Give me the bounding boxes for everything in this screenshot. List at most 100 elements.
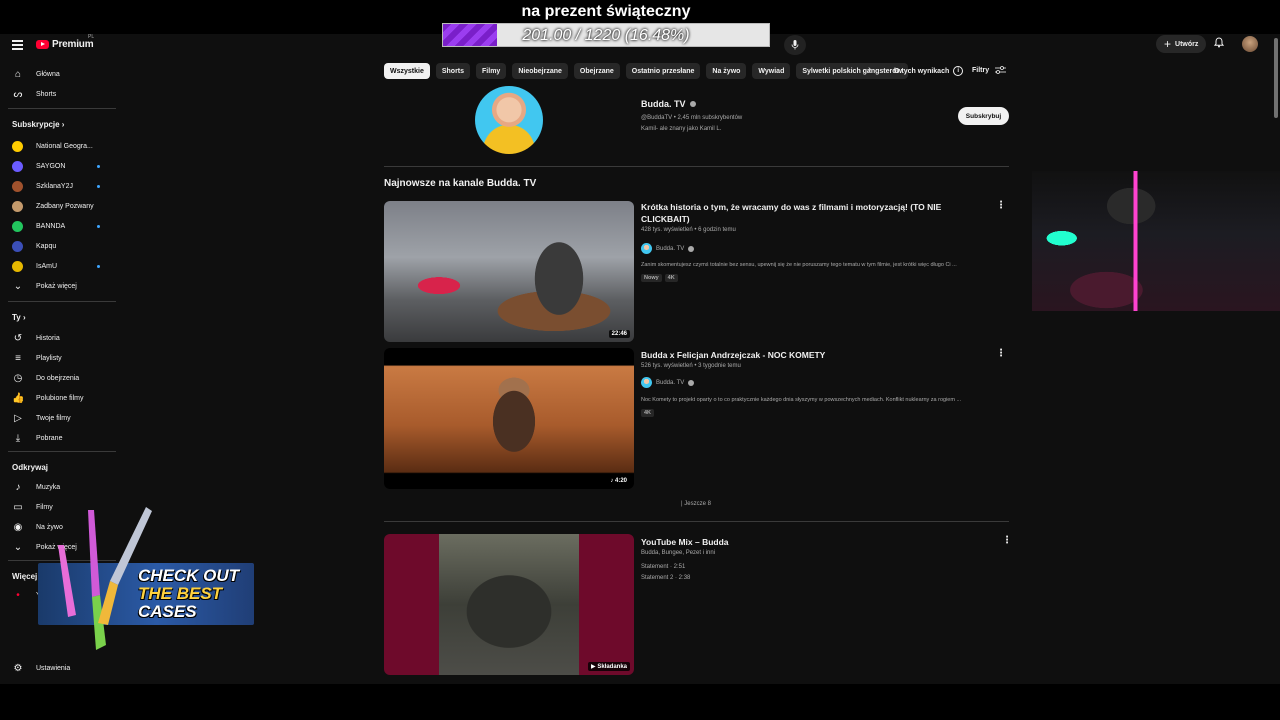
mix-item[interactable]: Statement · 2:51 [641,564,685,570]
sidebar-item-subscription[interactable]: Zadbany Pozwany [0,197,116,215]
about-results[interactable]: O tych wynikach i [894,66,964,76]
youtube-studio-icon: • [16,589,20,601]
sidebar-item-watch-later[interactable]: ◷ Do obejrzenia [0,369,116,387]
mic-icon[interactable] [784,35,806,55]
sidebar-item-label: Zadbany Pozwany [36,202,94,210]
video-title[interactable]: Krótka historia o tym, że wracamy do was… [641,201,981,225]
sidebar-item-music[interactable]: ♪ Muzyka [0,478,116,496]
bell-icon[interactable] [1213,37,1225,51]
filter-chip[interactable]: Wywiad [752,63,791,79]
verified-icon [688,245,695,252]
sidebar-explore-heading: Odkrywaj [12,463,48,472]
sidebar-item-shorts[interactable]: ᔕ Shorts [0,85,116,103]
sidebar-item-label: Muzyka [36,483,61,491]
your-videos-icon: ▷ [14,412,22,424]
mix-title[interactable]: YouTube Mix – Budda [641,536,981,548]
history-icon: ↺ [13,332,23,344]
channel-mini-avatar [641,377,652,388]
chevron-right-icon: › [59,120,65,129]
filter-chip[interactable]: Sylwetki polskich gangsterów [796,63,908,79]
filter-chip[interactable]: Obejrzane [573,63,620,79]
sidebar-divider [8,108,116,109]
sidebar-item-label: Kapqu [36,242,57,250]
filters-button[interactable]: Filtry [972,66,1007,74]
sidebar-subscriptions-heading[interactable]: Subskrypcje › [12,120,64,129]
video-thumbnail[interactable]: ♪ 4:20 [384,348,634,489]
filter-chip[interactable]: Ostatnio przesłane [625,63,701,79]
sidebar-item-subscription[interactable]: National Geogra... [0,137,116,155]
video-meta: 428 tys. wyświetleń • 6 godzin temu [641,227,736,233]
donation-goal-title: na prezent świąteczny [521,3,691,20]
video-channel[interactable]: Budda. TV [641,243,695,254]
home-icon: ⌂ [14,68,22,80]
donation-goal-bar: 201.00 / 1220 (16.48%) [442,23,770,47]
show-more-link[interactable]: | Jeszcze 8 [681,501,711,507]
donation-goal-text: 201.00 / 1220 (16.48%) [522,27,690,44]
sidebar-item-playlist[interactable]: ≡ Playlisty [0,349,116,367]
mix-badge-label: Składanka [597,664,627,670]
sidebar-you-heading[interactable]: Ty › [12,313,26,322]
logo-text: Premium [52,39,94,50]
channel-name[interactable]: Budda. TV [641,99,696,109]
sidebar-item-label: Twoje filmy [36,414,71,422]
sidebar-divider [8,451,116,452]
sidebar-item-settings[interactable]: ⚙ Ustawienia [0,659,116,677]
filter-chip[interactable]: Nieobejrzane [512,63,568,79]
music-icon: ♪ [15,481,21,493]
live-icon: ◉ [13,521,23,533]
filter-chip[interactable]: Filmy [476,63,507,79]
channel-name-text: Budda. TV [641,99,686,109]
sidebar-item-show-more[interactable]: ⌄ Pokaż więcej [0,277,116,295]
channel-avatar [12,200,23,212]
channel-avatar[interactable] [475,86,543,154]
channel-avatar [12,140,23,152]
logo-country: PL [88,34,95,40]
sidebar-item-subscription[interactable]: SzklanaY2J [0,177,116,195]
scrollbar[interactable] [1274,38,1278,118]
sidebar-item-download[interactable]: ⤓ Pobrane [0,429,116,447]
bottom-bar [0,684,1280,720]
donation-goal-overlay: na prezent świąteczny 201.00 / 1220 (16.… [440,0,772,48]
avatar[interactable] [1242,36,1258,52]
sidebar-item-label: Pobrane [36,434,63,442]
shorts-icon: ᔕ [13,88,23,100]
sidebar-item-label: IsAmU [36,262,57,270]
filter-chip[interactable]: Wszystkie [384,63,430,79]
section-heading-text: Odkrywaj [12,463,49,472]
chevron-right-icon[interactable]: › [868,64,871,75]
mix-thumbnail[interactable]: ▶ Składanka [384,534,634,675]
menu-icon[interactable] [12,40,23,50]
sidebar-item-label: SAYGON [36,162,66,170]
video-badges: 4K [641,409,655,417]
mix-item[interactable]: Statement 2 · 2:38 [641,575,690,581]
subscribe-button[interactable]: Subskrybuj [958,107,1009,125]
more-options-icon[interactable]: ⋮ [996,349,1006,359]
channel-avatar [12,240,23,252]
new-content-dot [97,264,100,268]
create-button[interactable]: + Utwórz [1156,35,1207,53]
webcam-overlay [1032,171,1280,311]
sidebar-item-subscription[interactable]: IsAmU [0,257,116,275]
sidebar-item-label: Playlisty [36,354,62,362]
sidebar-item-home[interactable]: ⌂ Główna [0,65,116,83]
sidebar-item-like[interactable]: 👍 Polubione filmy [0,389,116,407]
section-heading-text: Ty [12,313,21,322]
sidebar-item-history[interactable]: ↺ Historia [0,329,116,347]
video-title[interactable]: Budda x Felicjan Andrzejczak - NOC KOMET… [641,349,981,361]
duration-badge: 22:46 [608,330,630,338]
youtube-logo[interactable]: Premium [36,39,94,50]
video-thumbnail[interactable]: 22:46 [384,201,634,342]
filter-chip[interactable]: Shorts [435,63,471,79]
sidebar-item-subscription[interactable]: SAYGON [0,157,116,175]
chevron-down-icon: ⌄ [13,280,23,292]
more-options-icon[interactable]: ⋮ [1002,536,1012,546]
badge-4k: 4K [641,409,655,417]
sidebar-item-subscription[interactable]: Kapqu [0,237,116,255]
new-content-dot [97,224,100,228]
channel-avatar [12,220,23,232]
filter-chip[interactable]: Na żywo [706,63,747,79]
more-options-icon[interactable]: ⋮ [996,201,1006,211]
sidebar-item-subscription[interactable]: BANNDA [0,217,116,235]
video-channel[interactable]: Budda. TV [641,377,695,388]
sidebar-item-your-videos[interactable]: ▷ Twoje filmy [0,409,116,427]
